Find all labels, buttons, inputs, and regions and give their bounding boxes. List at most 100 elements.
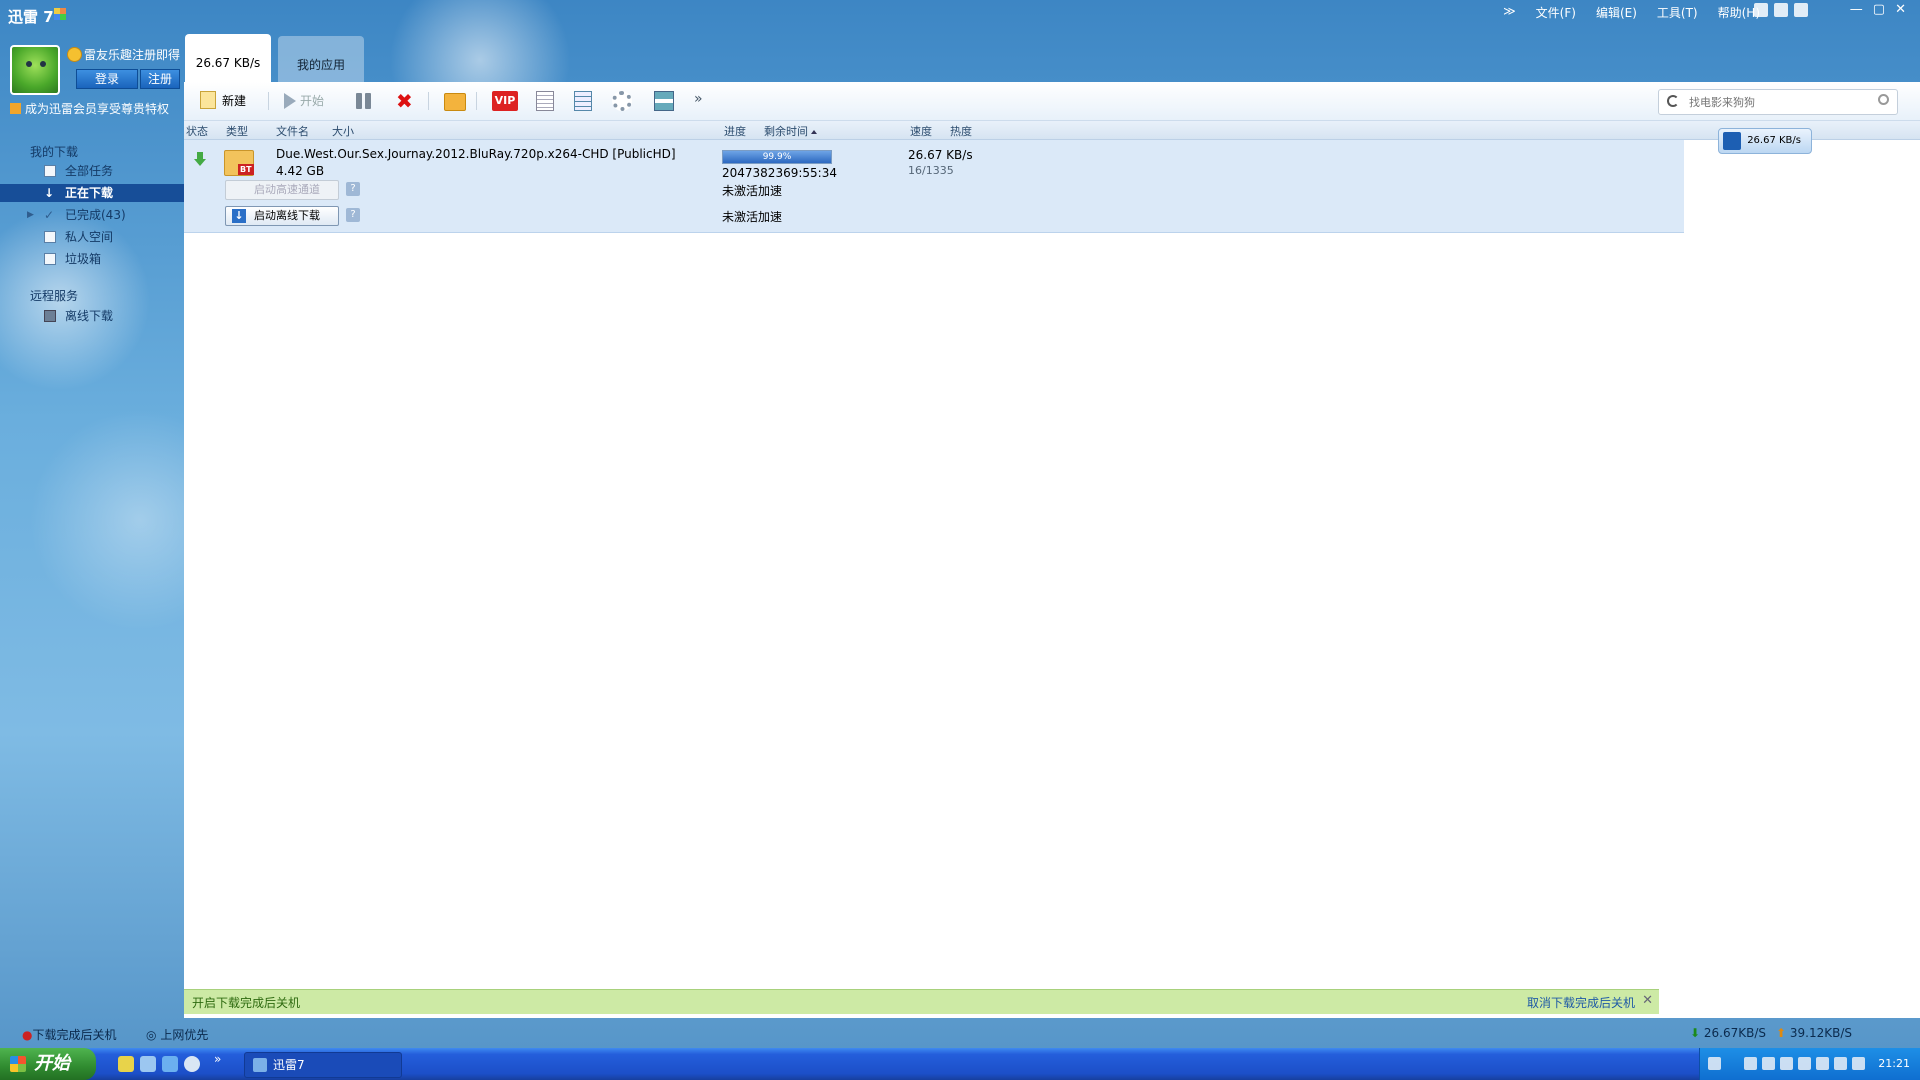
tab-speed[interactable]: 26.67 KB/s — [185, 34, 271, 82]
quicklaunch-more[interactable]: » — [214, 1052, 221, 1066]
windows-taskbar: 开始 » 迅雷7 21:21 — [0, 1048, 1920, 1080]
internet-priority-toggle[interactable]: ◎ 上网优先 — [146, 1026, 208, 1043]
app-title: 迅雷 7 — [8, 8, 54, 26]
new-task-button[interactable]: 新建 — [200, 91, 260, 111]
start-button[interactable]: 开始 — [284, 91, 332, 111]
help-icon[interactable]: ? — [346, 182, 360, 196]
sidebar-item-all-tasks[interactable]: 全部任务 — [0, 162, 184, 180]
search-input[interactable] — [1687, 93, 1871, 111]
sidebar-item-private-space[interactable]: 私人空间 — [0, 228, 184, 246]
document-icon — [44, 165, 56, 177]
search-box — [1658, 89, 1898, 115]
network-icon[interactable] — [1780, 1057, 1793, 1070]
offline-accel-status: 未激活加速 — [722, 210, 783, 224]
login-button[interactable]: 登录 — [76, 69, 138, 89]
sidebar: 雷友乐趣注册即得 登录 注册 成为迅雷会员享受尊贵特权 我的下载 全部任务 ↓ … — [0, 28, 184, 1018]
start-button[interactable]: 开始 — [0, 1048, 96, 1080]
sidebar-item-completed[interactable]: ▶ ✓ 已完成(43) — [0, 206, 184, 224]
shutdown-toggle[interactable]: ●下载完成后关机 — [22, 1026, 117, 1043]
volume-icon[interactable] — [1816, 1057, 1829, 1070]
register-button[interactable]: 注册 — [140, 69, 180, 89]
window-controls: — ▢ ✕ — [1850, 2, 1906, 17]
qq-icon[interactable] — [118, 1056, 134, 1072]
vip-promo[interactable]: 成为迅雷会员享受尊贵特权 — [10, 100, 169, 117]
task-peers: 16/1335 — [908, 164, 954, 177]
help-tray-icon[interactable] — [1852, 1057, 1865, 1070]
delete-button[interactable]: ✖ — [396, 91, 416, 111]
coin-icon — [67, 47, 82, 62]
menu-tools[interactable]: 工具(T) — [1657, 4, 1698, 21]
title-tools — [1754, 3, 1808, 17]
col-heat[interactable]: 热度 — [950, 123, 972, 139]
search-icon[interactable] — [1878, 94, 1889, 105]
status-bar: ●下载完成后关机 ◎ 上网优先 ⬇ 26.67KB/S ⬆ 39.12KB/S — [0, 1018, 1920, 1048]
power-icon: ● — [22, 1028, 33, 1042]
back-icon[interactable] — [1744, 1057, 1757, 1070]
avatar[interactable] — [10, 45, 60, 95]
taskbar-window-xunlei[interactable]: 迅雷7 — [244, 1052, 402, 1078]
col-type[interactable]: 类型 — [226, 123, 248, 139]
browser-icon[interactable] — [140, 1056, 156, 1072]
shield-icon[interactable] — [1834, 1057, 1847, 1070]
floating-speed-widget[interactable]: 26.67 KB/s — [1718, 128, 1812, 154]
xunlei-window: 迅雷 7 ≫ 文件(F) 编辑(E) 工具(T) 帮助(H) — ▢ ✕ 雷友乐… — [0, 0, 1920, 1048]
trash-icon — [44, 253, 56, 265]
col-filename[interactable]: 文件名 — [276, 123, 309, 139]
high-speed-channel-button[interactable]: 启动高速通道 — [225, 180, 339, 200]
help-icon[interactable]: ? — [346, 208, 360, 222]
check-icon: ✓ — [44, 208, 55, 222]
main-panel: 新建 开始 ✖ VIP » 状态 类型 文件名 大小 进度 — [184, 82, 1920, 1018]
upload-speed: ⬆ 39.12KB/S — [1776, 1026, 1853, 1040]
shirt-icon[interactable] — [1794, 3, 1808, 17]
col-status[interactable]: 状态 — [186, 123, 208, 139]
menu-more[interactable]: ≫ — [1503, 4, 1516, 21]
menu-file[interactable]: 文件(F) — [1536, 4, 1576, 21]
refresh-icon[interactable] — [1667, 95, 1679, 107]
app-store-button[interactable] — [654, 91, 674, 111]
system-tray: 21:21 — [1699, 1048, 1920, 1080]
open-folder-button[interactable] — [444, 93, 466, 111]
col-speed[interactable]: 速度 — [910, 123, 932, 139]
restore-button[interactable]: ▢ — [1873, 2, 1885, 17]
minimize-button[interactable]: — — [1850, 2, 1863, 17]
ie-icon[interactable] — [162, 1056, 178, 1072]
menu-edit[interactable]: 编辑(E) — [1596, 4, 1637, 21]
col-remaining[interactable]: 剩余时间 — [764, 123, 817, 139]
vip-button[interactable]: VIP — [492, 91, 518, 111]
close-button[interactable]: ✕ — [1895, 2, 1906, 17]
register-promo[interactable]: 雷友乐趣注册即得 — [84, 46, 184, 63]
close-notice-icon[interactable]: ✕ — [1642, 993, 1653, 1008]
priority-icon: ◎ — [146, 1028, 157, 1042]
offline-icon — [44, 310, 56, 322]
sidebar-item-trash[interactable]: 垃圾箱 — [0, 250, 184, 268]
skin-icon[interactable] — [1774, 3, 1788, 17]
antivirus-icon[interactable] — [1798, 1057, 1811, 1070]
bt-badge: BT — [238, 164, 254, 175]
sidebar-item-offline-download[interactable]: 离线下载 — [0, 307, 184, 325]
xunlei-app-icon — [253, 1058, 267, 1072]
toolbar-more-button[interactable]: » — [694, 91, 714, 111]
toolbar-divider — [476, 92, 477, 110]
table-row[interactable]: BT Due.West.Our.Sex.Journay.2012.BluRay.… — [184, 140, 1684, 233]
detail-view-button[interactable] — [574, 91, 592, 111]
media-icon[interactable] — [1762, 1057, 1775, 1070]
pause-button[interactable] — [354, 91, 374, 111]
down-arrow-icon: ⬇ — [1690, 1026, 1701, 1040]
offline-download-button[interactable]: 启动离线下载 — [225, 206, 339, 226]
toolbar-divider — [268, 92, 269, 110]
cancel-shutdown-link[interactable]: 取消下载完成后关机 — [1527, 994, 1635, 1011]
mail-icon[interactable] — [1754, 3, 1768, 17]
col-size[interactable]: 大小 — [332, 123, 354, 139]
task-speed: 26.67 KB/s — [908, 148, 973, 162]
toolbar: 新建 开始 ✖ VIP » — [184, 82, 1920, 121]
vip-badge-icon — [10, 103, 21, 114]
keyboard-icon[interactable] — [1708, 1057, 1721, 1070]
col-progress[interactable]: 进度 — [724, 123, 746, 139]
sort-asc-icon — [811, 130, 817, 134]
tab-my-apps[interactable]: 我的应用 — [278, 36, 364, 82]
sidebar-item-downloading[interactable]: ↓ 正在下载 — [0, 184, 184, 202]
settings-gear-button[interactable] — [612, 91, 632, 111]
expand-arrow-icon[interactable]: ▶ — [27, 206, 34, 224]
list-view-button[interactable] — [536, 91, 554, 111]
chat-icon[interactable] — [184, 1056, 200, 1072]
